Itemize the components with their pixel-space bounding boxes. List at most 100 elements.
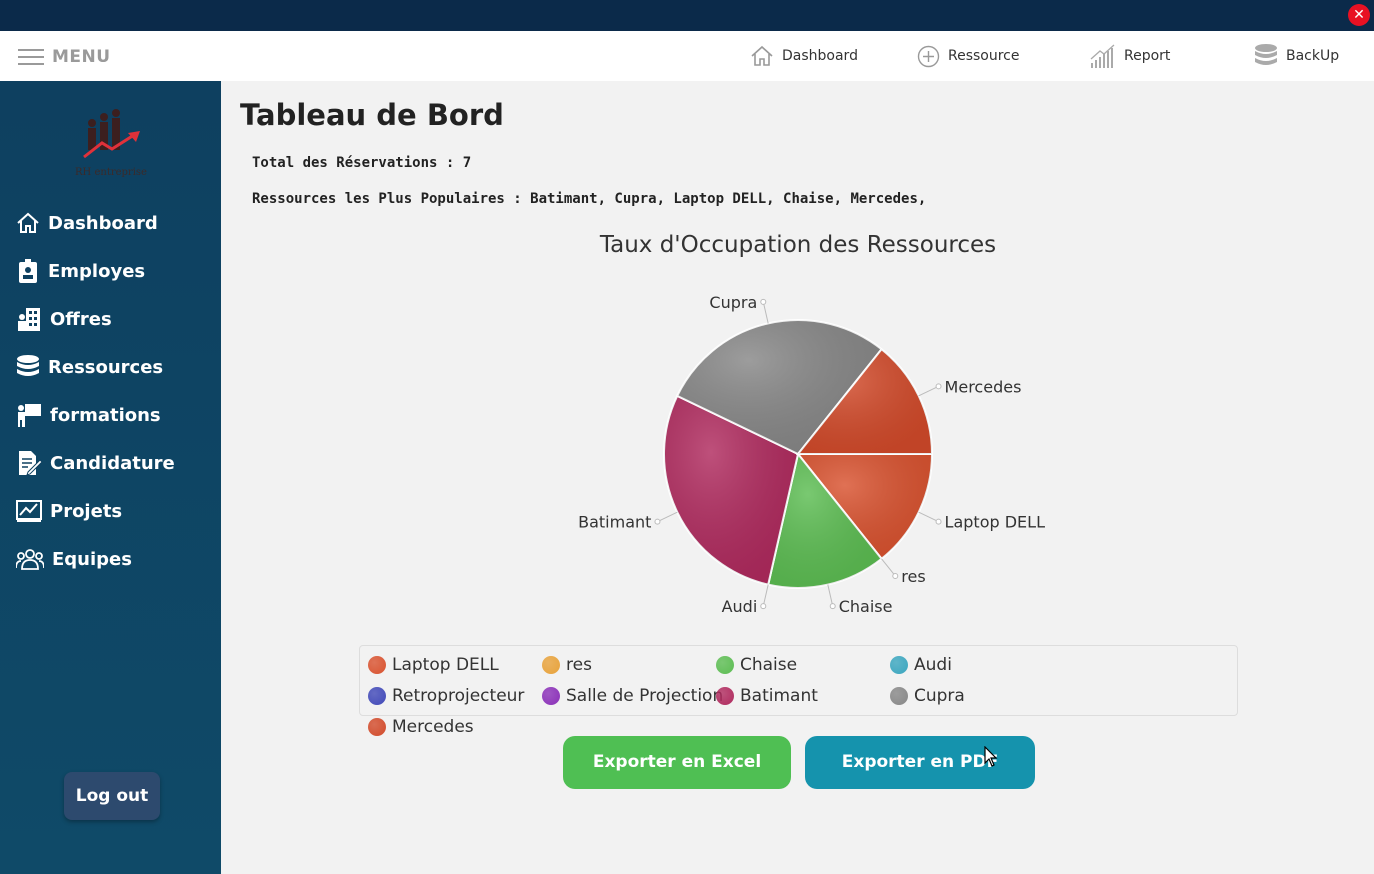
sidebar-item-label: Ressources (48, 356, 164, 378)
pie-leader-line (918, 511, 939, 523)
sidebar-item-label: Equipes (52, 548, 132, 570)
legend-label: Audi (914, 655, 952, 675)
legend-item: Batimant (716, 686, 818, 706)
popular-resources: Ressources les Plus Populaires : Batiman… (252, 191, 927, 207)
nav-report[interactable]: Report (1090, 41, 1170, 71)
menu-button[interactable]: MENU (18, 44, 111, 70)
pie-leader-line (657, 511, 678, 523)
total-reservations: Total des Réservations : 7 (252, 155, 472, 171)
sidebar-item-candidature[interactable]: Candidature (16, 448, 175, 478)
legend-item: res (542, 655, 592, 675)
page-title: Tableau de Bord (240, 98, 504, 132)
legend-dot (890, 687, 908, 705)
window-titlebar: ✕ (0, 0, 1374, 31)
pie-leader-line (762, 301, 769, 324)
pie-leader-dot (935, 518, 942, 525)
logout-button[interactable]: Log out (64, 772, 160, 820)
sidebar-item-offres[interactable]: Offres (16, 304, 112, 334)
close-button[interactable]: ✕ (1348, 4, 1370, 26)
home-icon (751, 45, 773, 66)
pie-leader-line (918, 385, 939, 397)
pie-leader-dot (654, 518, 661, 525)
pie-leader-line (881, 558, 896, 577)
legend-dot (542, 687, 560, 705)
company-logo: RH entreprise (66, 109, 156, 185)
sidebar-item-label: Candidature (50, 452, 175, 474)
sidebar-item-label: Projets (50, 500, 123, 522)
legend-label: Mercedes (392, 717, 474, 737)
pie-leader-line (827, 584, 834, 607)
pie-leader-dot (760, 298, 767, 305)
plus-circle-icon (917, 45, 940, 67)
pie-label: Audi (722, 597, 758, 616)
export-pdf-button[interactable]: Exporter en PDF (805, 736, 1035, 789)
pie-chart: Laptop DELL res Chaise Audi Batimant Cupra Mer… (578, 293, 1046, 616)
nav-ressource[interactable]: Ressource (917, 41, 1020, 71)
signal-bars-icon (1090, 44, 1115, 68)
sidebar: RH entreprise Dashboard Employes Offres … (0, 81, 221, 874)
legend-item: Salle de Projection (542, 686, 723, 706)
hamburger-icon (18, 48, 44, 66)
pie-leader-line (762, 584, 769, 607)
menu-label: MENU (52, 47, 111, 67)
chart-board-icon (16, 500, 42, 522)
export-excel-button[interactable]: Exporter en Excel (563, 736, 791, 789)
building-icon (18, 308, 40, 331)
pie-label: Mercedes (945, 377, 1022, 396)
legend-label: Batimant (740, 686, 818, 706)
sidebar-item-employes[interactable]: Employes (16, 256, 145, 286)
badge-icon (19, 259, 37, 283)
legend-item: Chaise (716, 655, 797, 675)
pie-leader-dot (829, 603, 836, 610)
home-icon (17, 212, 39, 233)
legend-dot (716, 656, 734, 674)
sidebar-item-dashboard[interactable]: Dashboard (16, 208, 158, 238)
nav-dashboard-label: Dashboard (782, 48, 858, 64)
legend-dot (368, 656, 386, 674)
legend-label: Retroprojecteur (392, 686, 525, 706)
legend-item: Audi (890, 655, 952, 675)
pie-leader-dot (892, 572, 899, 579)
sidebar-item-label: formations (50, 404, 161, 426)
pie-leader-dot (760, 603, 767, 610)
legend-dot (542, 656, 560, 674)
database-icon (17, 355, 39, 376)
legend-item: Retroprojecteur (368, 686, 524, 706)
legend-label: res (566, 655, 592, 675)
presenter-icon (18, 404, 41, 427)
sidebar-item-label: Offres (50, 308, 112, 330)
legend-label: Salle de Projection (566, 686, 724, 706)
sidebar-item-ressources[interactable]: Ressources (16, 352, 163, 382)
legend-label: Cupra (914, 686, 965, 706)
nav-backup-label: BackUp (1286, 48, 1340, 64)
nav-ressource-label: Ressource (948, 48, 1020, 64)
pie-label: Chaise (839, 597, 893, 616)
sidebar-item-formations[interactable]: formations (16, 400, 161, 430)
legend-label: Chaise (740, 655, 798, 675)
chart-legend: Laptop DELL res Chaise Audi Retroprojecteur S… (359, 645, 1238, 737)
legend-label: Laptop DELL (392, 655, 499, 675)
legend-item: Cupra (890, 686, 965, 706)
sidebar-item-projets[interactable]: Projets (16, 496, 122, 526)
pie-label: Laptop DELL (945, 513, 1046, 532)
chart-title: Taux d'Occupation des Ressources (599, 232, 997, 258)
nav-report-label: Report (1124, 48, 1171, 64)
pie-leader-dot (935, 383, 942, 390)
nav-backup[interactable]: BackUp (1254, 41, 1339, 71)
sidebar-item-label: Employes (48, 260, 146, 282)
top-navbar: MENU Dashboard Ressource Report BackUp (0, 31, 1374, 81)
pie-label: Cupra (709, 293, 757, 312)
mouse-cursor-icon (984, 746, 998, 767)
logo-text: RH entreprise (75, 167, 147, 178)
pie-label: Batimant (578, 513, 651, 532)
legend-dot (368, 687, 386, 705)
pie-label: res (901, 567, 925, 586)
document-edit-icon (19, 451, 42, 476)
sidebar-item-label: Dashboard (48, 212, 158, 234)
nav-dashboard[interactable]: Dashboard (750, 41, 858, 71)
legend-dot (716, 687, 734, 705)
legend-item: Mercedes (368, 717, 474, 737)
sidebar-item-equipes[interactable]: Equipes (16, 544, 132, 574)
team-icon (16, 549, 44, 570)
legend-dot (368, 718, 386, 736)
